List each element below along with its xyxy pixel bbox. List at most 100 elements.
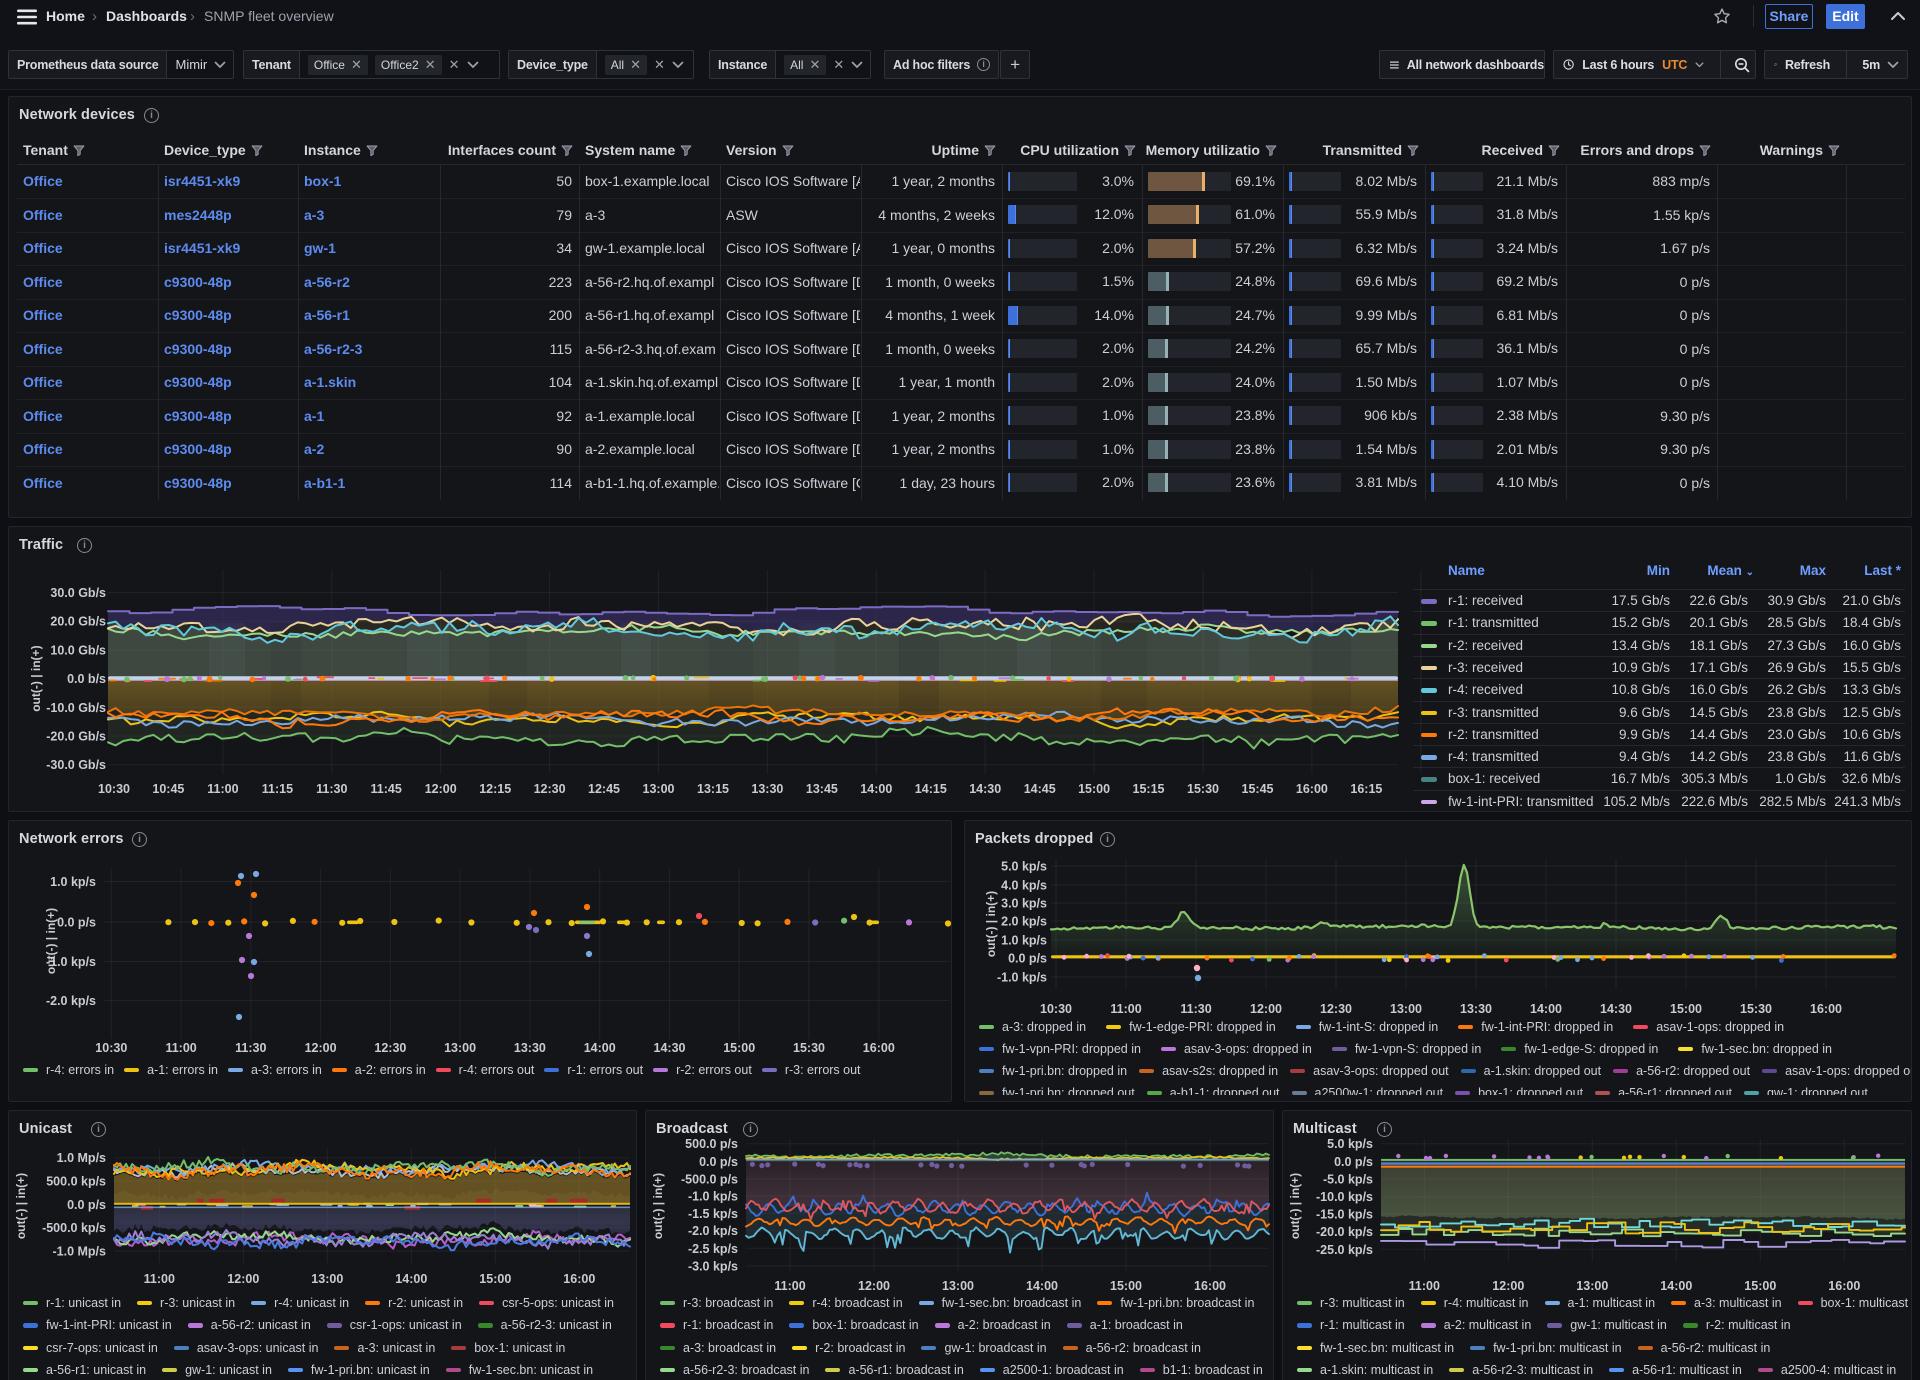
svg-text:15:00: 15:00 <box>1110 1279 1142 1293</box>
svg-text:11:00: 11:00 <box>207 782 238 796</box>
svg-text:13:00: 13:00 <box>1576 1279 1608 1293</box>
svg-text:12:30: 12:30 <box>1320 1002 1352 1016</box>
svg-text:14:00: 14:00 <box>584 1041 616 1055</box>
svg-text:15:30: 15:30 <box>1740 1002 1772 1016</box>
svg-text:-1.5 kp/s: -1.5 kp/s <box>688 1207 738 1221</box>
svg-text:-500.0 p/s: -500.0 p/s <box>681 1173 738 1187</box>
svg-text:11:30: 11:30 <box>316 782 347 796</box>
svg-text:13:00: 13:00 <box>311 1272 343 1286</box>
svg-text:5.0 kp/s: 5.0 kp/s <box>1001 860 1047 874</box>
svg-text:12:30: 12:30 <box>374 1041 406 1055</box>
svg-text:1.0 kp/s: 1.0 kp/s <box>50 875 96 889</box>
svg-text:-25.0 kp/s: -25.0 kp/s <box>1316 1243 1373 1257</box>
svg-text:out(-) | in(+): out(-) | in(+) <box>651 1173 665 1239</box>
svg-text:0.0 p/s: 0.0 p/s <box>699 1155 738 1169</box>
svg-text:-30.0 Gb/s: -30.0 Gb/s <box>46 758 106 772</box>
svg-text:11:30: 11:30 <box>1180 1002 1211 1016</box>
svg-text:12:00: 12:00 <box>1250 1002 1282 1016</box>
svg-text:12:00: 12:00 <box>305 1041 337 1055</box>
svg-text:-10.0 Gb/s: -10.0 Gb/s <box>46 701 106 715</box>
svg-text:13:00: 13:00 <box>444 1041 476 1055</box>
svg-text:out(-) | in(+): out(-) | in(+) <box>14 1173 28 1239</box>
svg-text:11:30: 11:30 <box>235 1041 266 1055</box>
svg-text:11:45: 11:45 <box>371 782 402 796</box>
svg-text:15:15: 15:15 <box>1133 782 1165 796</box>
svg-text:16:00: 16:00 <box>1828 1279 1860 1293</box>
svg-text:13:30: 13:30 <box>514 1041 546 1055</box>
svg-text:0.0 b/s: 0.0 b/s <box>67 672 106 686</box>
svg-text:-20.0 Gb/s: -20.0 Gb/s <box>46 730 106 744</box>
svg-text:12:00: 12:00 <box>1492 1279 1524 1293</box>
svg-text:14:30: 14:30 <box>1600 1002 1632 1016</box>
svg-text:-2.5 kp/s: -2.5 kp/s <box>688 1242 738 1256</box>
svg-text:14:00: 14:00 <box>395 1272 427 1286</box>
svg-text:16:15: 16:15 <box>1350 782 1382 796</box>
svg-text:15:30: 15:30 <box>1187 782 1219 796</box>
svg-text:16:00: 16:00 <box>863 1041 895 1055</box>
svg-text:12:00: 12:00 <box>858 1279 890 1293</box>
svg-text:15:00: 15:00 <box>1670 1002 1702 1016</box>
svg-text:-3.0 kp/s: -3.0 kp/s <box>688 1260 738 1274</box>
svg-text:0.0 p/s: 0.0 p/s <box>1008 952 1047 966</box>
svg-text:-10.0 kp/s: -10.0 kp/s <box>1316 1190 1373 1204</box>
svg-text:15:00: 15:00 <box>1078 782 1110 796</box>
svg-text:13:00: 13:00 <box>942 1279 974 1293</box>
svg-text:11:15: 11:15 <box>262 782 293 796</box>
svg-text:-20.0 kp/s: -20.0 kp/s <box>1316 1225 1373 1239</box>
svg-text:1.0 kp/s: 1.0 kp/s <box>1001 934 1047 948</box>
svg-text:15:00: 15:00 <box>1744 1279 1776 1293</box>
svg-text:out(-) | in(+): out(-) | in(+) <box>29 645 43 711</box>
svg-text:30.0 Gb/s: 30.0 Gb/s <box>50 586 106 600</box>
svg-text:14:00: 14:00 <box>1530 1002 1562 1016</box>
svg-text:10:30: 10:30 <box>1040 1002 1072 1016</box>
svg-text:-1.0 kp/s: -1.0 kp/s <box>688 1190 738 1204</box>
svg-text:-2.0 kp/s: -2.0 kp/s <box>688 1224 738 1238</box>
svg-text:out(-) | in(+): out(-) | in(+) <box>44 908 58 974</box>
svg-text:13:15: 13:15 <box>697 782 729 796</box>
svg-text:14:30: 14:30 <box>654 1041 686 1055</box>
svg-text:10:30: 10:30 <box>98 782 130 796</box>
svg-text:11:00: 11:00 <box>144 1272 175 1286</box>
svg-text:16:00: 16:00 <box>563 1272 595 1286</box>
svg-text:3.0 kp/s: 3.0 kp/s <box>1001 897 1047 911</box>
svg-text:0.0 p/s: 0.0 p/s <box>67 1198 106 1212</box>
svg-text:out(-) | in(+): out(-) | in(+) <box>984 891 998 957</box>
svg-text:5.0 kp/s: 5.0 kp/s <box>1327 1137 1373 1151</box>
svg-text:11:00: 11:00 <box>774 1279 805 1293</box>
svg-text:0.0 p/s: 0.0 p/s <box>1334 1155 1373 1169</box>
svg-text:12:45: 12:45 <box>588 782 620 796</box>
svg-text:13:30: 13:30 <box>751 782 783 796</box>
svg-text:14:00: 14:00 <box>860 782 892 796</box>
svg-text:out(-) | in(+): out(-) | in(+) <box>1288 1173 1302 1239</box>
svg-text:10.0 Gb/s: 10.0 Gb/s <box>50 643 106 657</box>
svg-text:500.0 p/s: 500.0 p/s <box>685 1137 738 1151</box>
svg-text:15:30: 15:30 <box>793 1041 825 1055</box>
svg-text:16:00: 16:00 <box>1194 1279 1226 1293</box>
svg-text:4.0 kp/s: 4.0 kp/s <box>1001 879 1047 893</box>
svg-text:11:00: 11:00 <box>1409 1279 1440 1293</box>
svg-text:11:00: 11:00 <box>165 1041 196 1055</box>
svg-text:12:00: 12:00 <box>425 782 457 796</box>
svg-text:13:00: 13:00 <box>1390 1002 1422 1016</box>
svg-text:15:45: 15:45 <box>1242 782 1274 796</box>
svg-text:13:00: 13:00 <box>643 782 675 796</box>
svg-text:0.0 p/s: 0.0 p/s <box>57 916 96 930</box>
svg-text:-500.0 kp/s: -500.0 kp/s <box>42 1221 106 1235</box>
svg-text:10:45: 10:45 <box>152 782 184 796</box>
svg-text:500.0 kp/s: 500.0 kp/s <box>46 1175 106 1189</box>
svg-text:12:30: 12:30 <box>534 782 566 796</box>
svg-text:12:15: 12:15 <box>479 782 511 796</box>
svg-text:14:00: 14:00 <box>1026 1279 1058 1293</box>
svg-text:-1.0 Mp/s: -1.0 Mp/s <box>53 1245 107 1259</box>
svg-text:-5.0 kp/s: -5.0 kp/s <box>1323 1173 1373 1187</box>
svg-text:15:00: 15:00 <box>479 1272 511 1286</box>
svg-text:14:15: 14:15 <box>915 782 947 796</box>
svg-text:13:30: 13:30 <box>1460 1002 1492 1016</box>
svg-text:2.0 kp/s: 2.0 kp/s <box>1001 915 1047 929</box>
svg-text:-2.0 kp/s: -2.0 kp/s <box>46 994 96 1008</box>
svg-text:12:00: 12:00 <box>227 1272 259 1286</box>
svg-text:-1.0 kp/s: -1.0 kp/s <box>997 971 1047 985</box>
svg-text:14:00: 14:00 <box>1660 1279 1692 1293</box>
svg-text:15:00: 15:00 <box>723 1041 755 1055</box>
svg-text:20.0 Gb/s: 20.0 Gb/s <box>50 615 106 629</box>
